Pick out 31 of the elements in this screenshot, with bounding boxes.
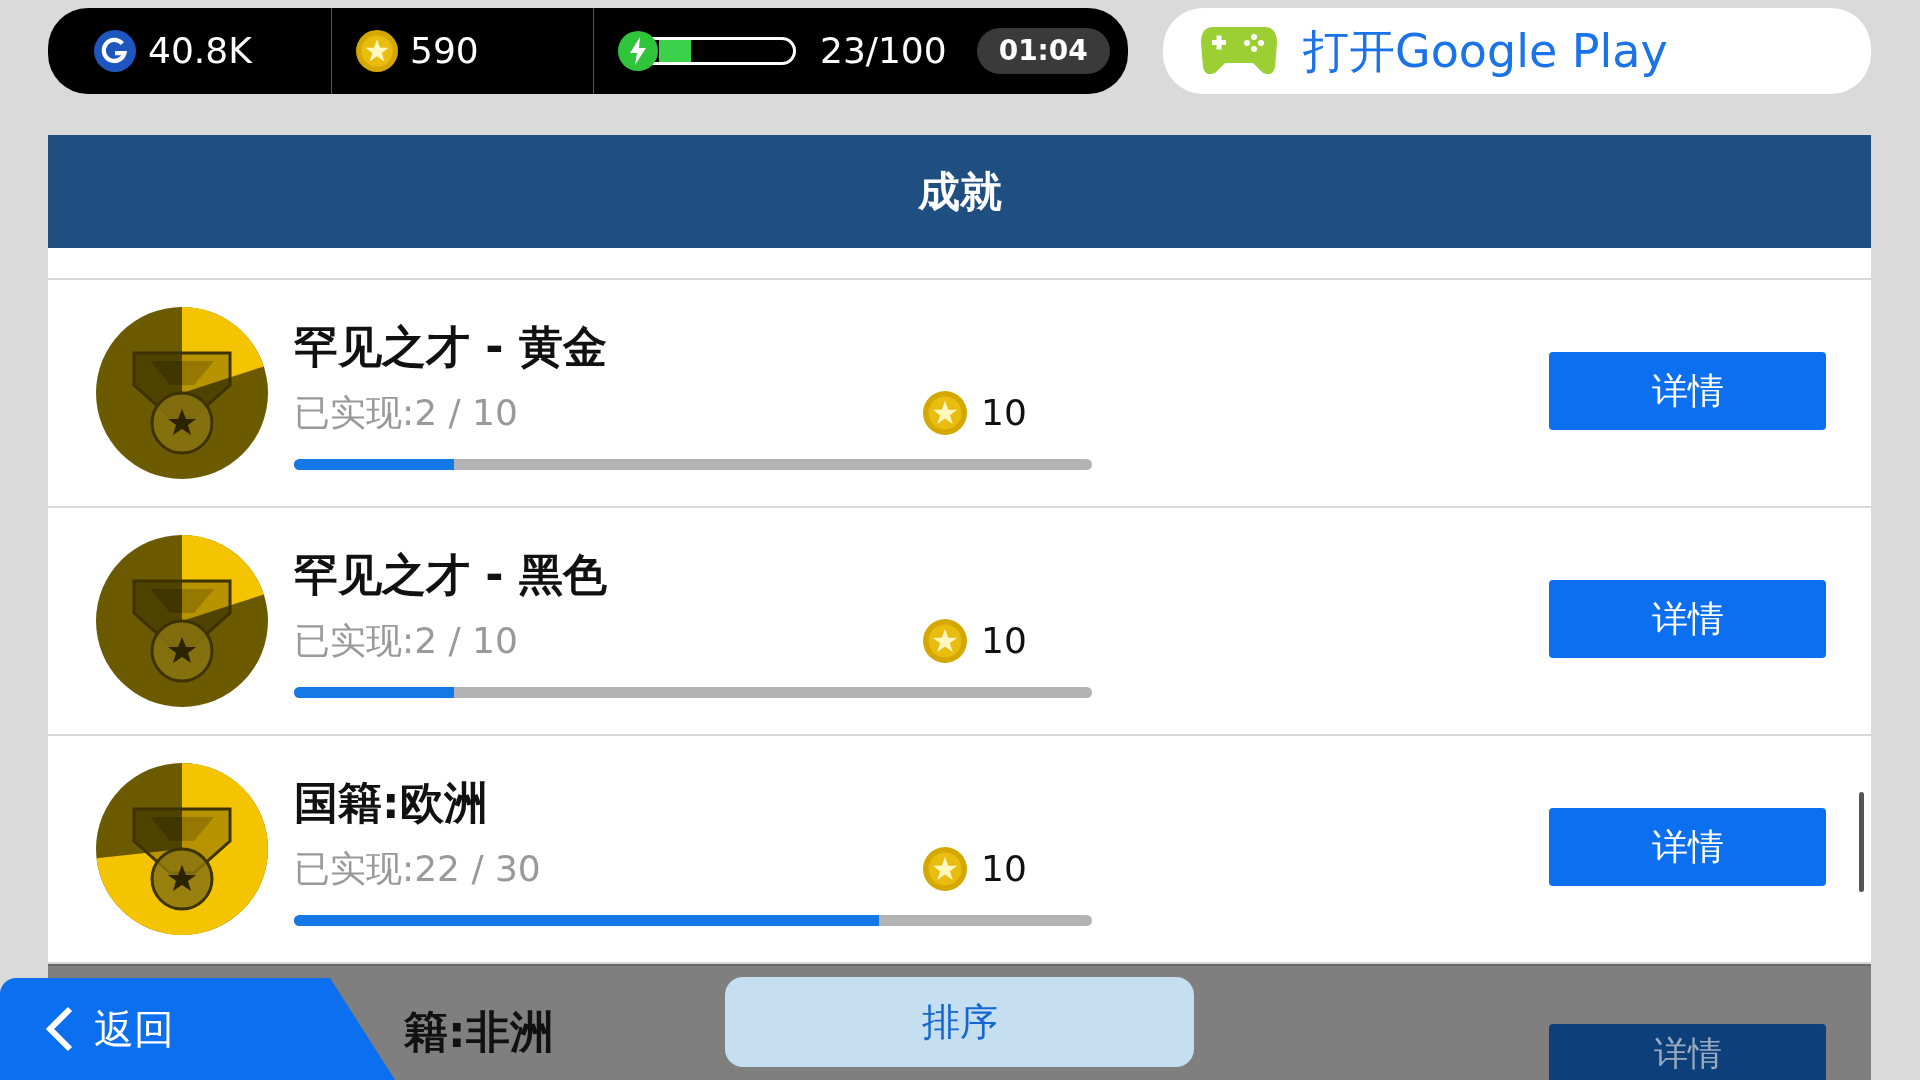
- medal-icon: [94, 761, 270, 937]
- coin-icon: [923, 390, 967, 435]
- page-title: 成就: [917, 166, 1002, 218]
- details-button[interactable]: 详情: [1549, 580, 1826, 658]
- details-button[interactable]: 详情: [1549, 808, 1826, 886]
- sort-button[interactable]: 排序: [725, 977, 1194, 1067]
- coin-icon: [923, 618, 967, 663]
- progress-text: 已实现:2 / 10: [294, 618, 519, 663]
- chevron-left-icon: [44, 1005, 74, 1053]
- reward-amount: 10: [981, 618, 1027, 663]
- coin-count: 590: [410, 29, 479, 73]
- back-button[interactable]: 返回: [0, 978, 395, 1080]
- achievement-title: 国籍:欧洲: [294, 775, 489, 830]
- coin-icon: [356, 30, 398, 72]
- progress-text: 已实现:22 / 30: [294, 846, 542, 891]
- gem-currency-icon: [94, 30, 136, 72]
- achievement-title: 罕见之才 - 黄金: [294, 319, 608, 374]
- details-button[interactable]: 详情: [1549, 352, 1826, 430]
- medal-icon: [94, 305, 270, 481]
- details-button[interactable]: 详情: [1549, 1024, 1826, 1080]
- achievement-title: 籍:非洲: [404, 1005, 554, 1059]
- reward-amount: 10: [981, 390, 1027, 435]
- energy-timer: 01:04: [976, 28, 1110, 74]
- medal-icon: [94, 533, 270, 709]
- energy-count: 23/100: [820, 29, 947, 73]
- google-play-button[interactable]: 打开Google Play: [1163, 8, 1871, 94]
- gem-count: 40.8K: [148, 29, 252, 73]
- coin-icon: [923, 846, 967, 891]
- achievement-title: 罕见之才 - 黑色: [294, 547, 608, 602]
- progress-text: 已实现:2 / 10: [294, 390, 519, 435]
- reward-amount: 10: [981, 846, 1027, 891]
